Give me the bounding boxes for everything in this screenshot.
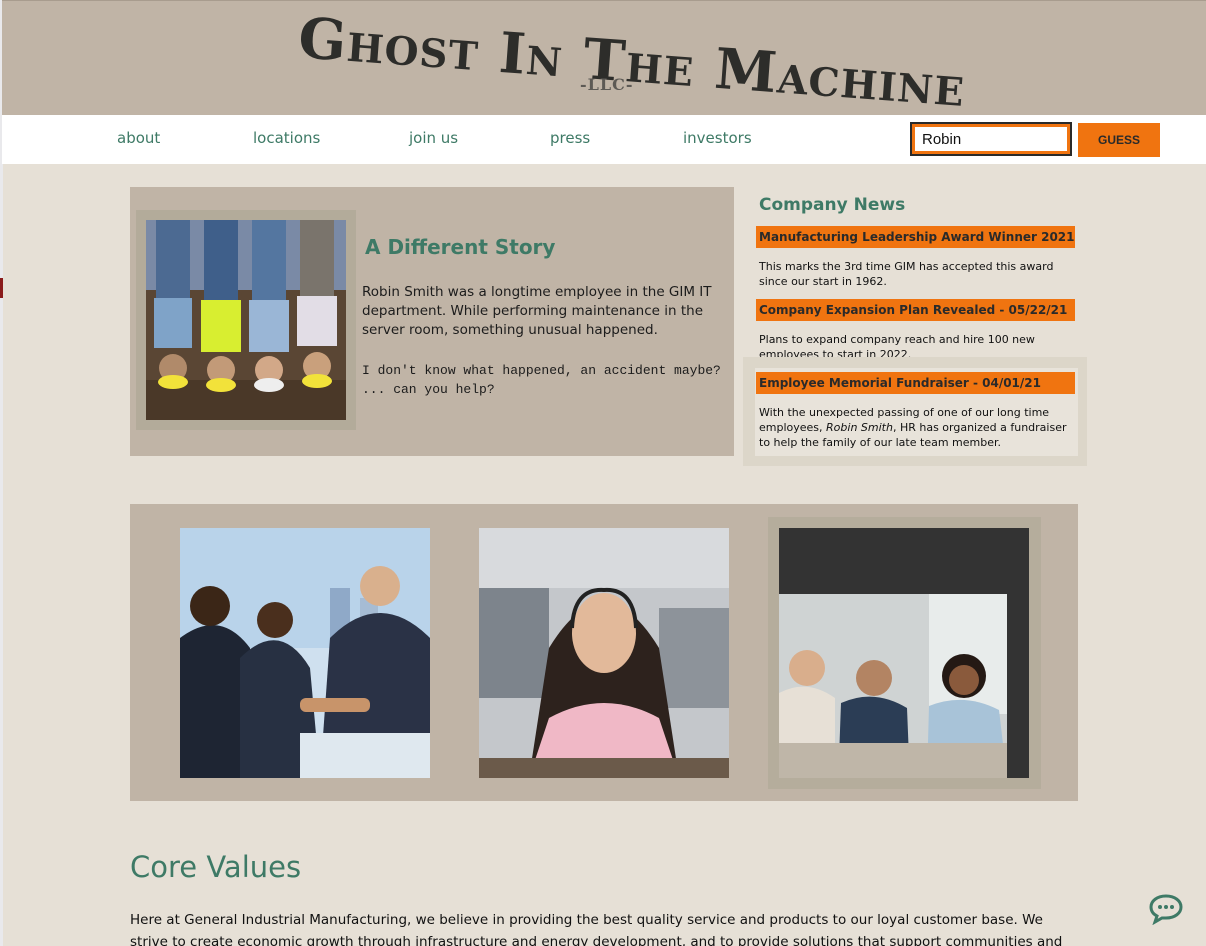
gallery-photo-handshake — [180, 528, 430, 778]
news-title: Company News — [759, 195, 906, 215]
core-values-text: Here at General Industrial Manufacturing… — [130, 912, 1063, 946]
nav-investors[interactable]: investors — [683, 129, 752, 147]
gallery-photo-meeting — [779, 528, 1029, 778]
story-mono-line2: ... can you help? — [362, 382, 495, 397]
guess-button[interactable]: GUESS — [1078, 123, 1160, 157]
photo-gallery — [130, 504, 1078, 801]
gallery-photo-call-center — [479, 528, 729, 778]
guess-input[interactable] — [910, 122, 1072, 156]
brand-logo[interactable]: Ghost In The Machine — [293, 5, 979, 115]
chat-bubble-icon[interactable] — [1148, 893, 1184, 926]
site-header: Ghost In The Machine -LLC- — [2, 0, 1206, 115]
nav-press[interactable]: press — [550, 129, 590, 147]
news-headline-3[interactable]: Employee Memorial Fundraiser - 04/01/21 — [756, 372, 1075, 394]
core-values-title: Core Values — [130, 850, 302, 884]
nav-join-us[interactable]: join us — [409, 129, 458, 147]
story-title: A Different Story — [365, 235, 556, 259]
story-panel: A Different Story Robin Smith was a long… — [130, 187, 734, 456]
story-mono-line1: I don't know what happened, an accident … — [362, 363, 721, 378]
story-mono-text: I don't know what happened, an accident … — [362, 361, 732, 399]
news-headline-2[interactable]: Company Expansion Plan Revealed - 05/22/… — [756, 299, 1075, 321]
top-nav: about locations join us press investors … — [2, 115, 1206, 164]
story-body: Robin Smith was a longtime employee in t… — [362, 284, 712, 338]
story-image — [146, 220, 346, 420]
news-text-3-name: Robin Smith — [826, 421, 893, 434]
brand-suffix: -LLC- — [580, 75, 634, 94]
nav-about[interactable]: about — [117, 129, 160, 147]
news-headline-1[interactable]: Manufacturing Leadership Award Winner 20… — [756, 226, 1075, 248]
nav-locations[interactable]: locations — [253, 129, 320, 147]
browser-edge-mark — [0, 278, 3, 298]
news-text-3: With the unexpected passing of one of ou… — [759, 405, 1077, 450]
news-text-1: This marks the 3rd time GIM has accepted… — [759, 260, 1054, 288]
